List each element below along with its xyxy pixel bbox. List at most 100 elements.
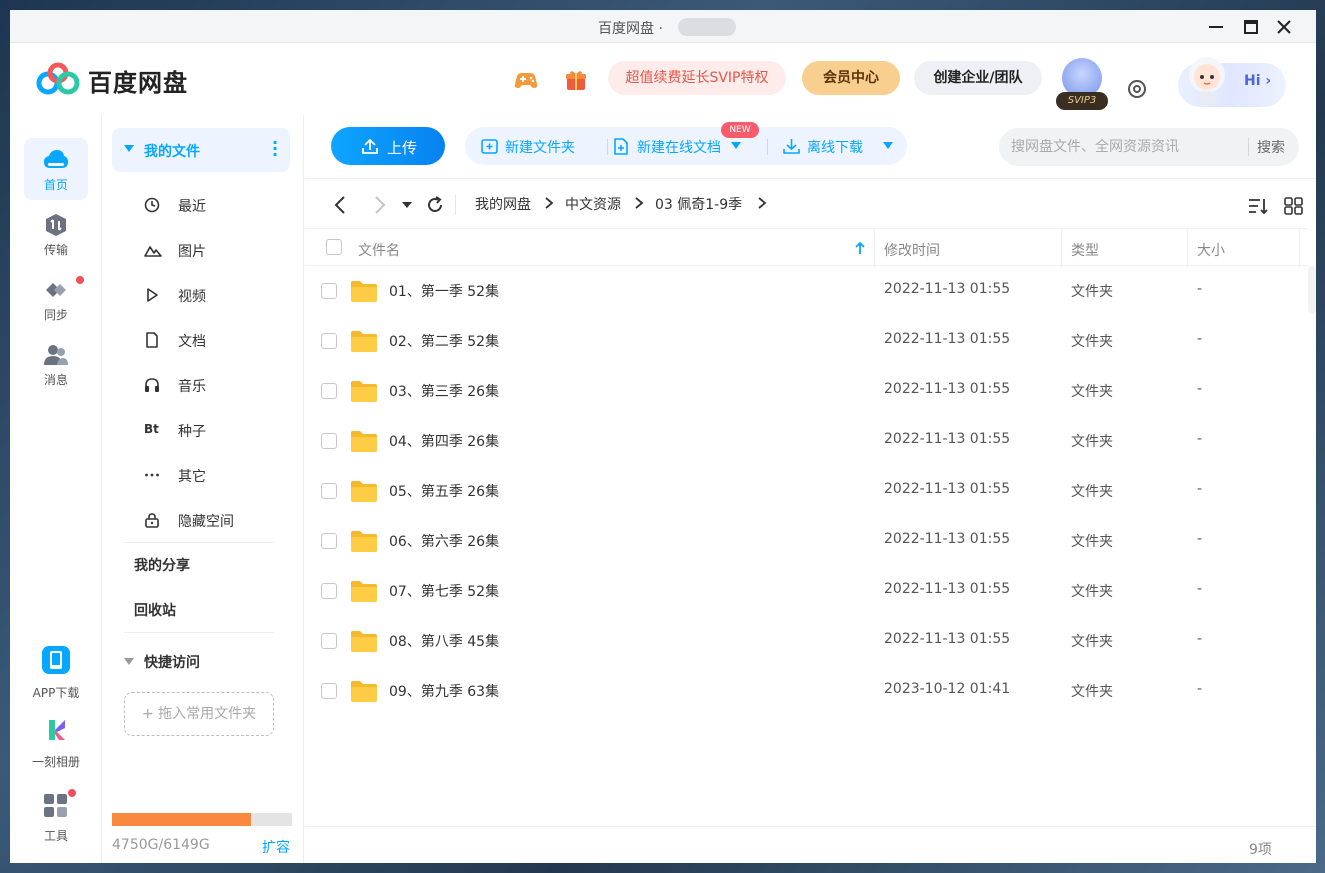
rail-item-messages[interactable]: 消息 — [24, 333, 88, 395]
grid-view-icon[interactable] — [1284, 197, 1304, 215]
file-modified-time: 2022-11-13 01:55 — [884, 631, 1011, 647]
sidebar-item-hidden-space[interactable]: 隐藏空间 — [112, 502, 290, 538]
history-dropdown-icon[interactable] — [401, 195, 413, 215]
folder-icon — [351, 631, 377, 652]
sidebar-item-images[interactable]: 图片 — [112, 232, 290, 268]
rail-item-home[interactable]: 首页 — [24, 138, 88, 200]
column-divider[interactable] — [1187, 229, 1188, 267]
rail-item-sync[interactable]: 同步 — [24, 268, 88, 330]
row-checkbox[interactable] — [321, 583, 337, 599]
video-icon — [147, 288, 158, 302]
sidebar-quick-access[interactable]: 快捷访问 — [112, 650, 290, 674]
search-button[interactable]: 搜索 — [1257, 137, 1285, 157]
file-size: - — [1197, 431, 1203, 447]
table-row[interactable]: 01、第一季 52集 2022-11-13 01:55 文件夹 - — [305, 266, 1308, 316]
row-checkbox[interactable] — [321, 683, 337, 699]
maximize-icon[interactable] — [1240, 16, 1262, 38]
more-icon — [145, 473, 159, 477]
breadcrumb-item[interactable]: 中文资源 — [565, 194, 621, 214]
sidebar-divider — [124, 632, 274, 633]
back-icon[interactable] — [331, 195, 351, 215]
search-input[interactable] — [1011, 136, 1241, 158]
file-name[interactable]: 08、第八季 45集 — [389, 631, 499, 651]
close-icon[interactable] — [1273, 16, 1295, 38]
select-all-checkbox[interactable] — [326, 239, 342, 255]
gift-icon[interactable] — [563, 67, 589, 93]
row-checkbox[interactable] — [321, 383, 337, 399]
column-header-name[interactable]: 文件名 — [358, 240, 400, 260]
chevron-right-icon[interactable] — [755, 196, 769, 210]
scrollbar[interactable] — [1308, 266, 1316, 314]
column-header-mtime[interactable]: 修改时间 — [884, 240, 940, 260]
assistant-greeting[interactable]: Hi › — [1244, 73, 1271, 89]
rail-item-transfer[interactable]: 传输 — [24, 203, 88, 265]
table-row[interactable]: 09、第九季 63集 2023-10-12 01:41 文件夹 - — [305, 666, 1308, 716]
file-name[interactable]: 03、第三季 26集 — [389, 381, 499, 401]
sidebar-item-videos[interactable]: 视频 — [112, 277, 290, 313]
table-row[interactable]: 05、第五季 26集 2022-11-13 01:55 文件夹 - — [305, 466, 1308, 516]
sidebar-item-music[interactable]: 音乐 — [112, 367, 290, 403]
sidebar-item-label: 快捷访问 — [144, 655, 200, 671]
offline-download-button[interactable]: 离线下载 — [783, 127, 893, 165]
sidebar-item-documents[interactable]: 文档 — [112, 322, 290, 358]
row-checkbox[interactable] — [321, 433, 337, 449]
file-name[interactable]: 05、第五季 26集 — [389, 481, 499, 501]
upload-button[interactable]: 上传 — [331, 127, 445, 165]
sort-list-icon[interactable] — [1248, 197, 1268, 215]
row-checkbox[interactable] — [321, 633, 337, 649]
create-enterprise-button[interactable]: 创建企业/团队 — [914, 61, 1042, 95]
file-name[interactable]: 09、第九季 63集 — [389, 681, 499, 701]
forward-icon[interactable] — [369, 195, 389, 215]
row-checkbox[interactable] — [321, 333, 337, 349]
sidebar-item-others[interactable]: 其它 — [112, 457, 290, 493]
rail-item-tools[interactable]: 工具 — [24, 785, 88, 847]
sidebar-item-my-share[interactable]: 我的分享 — [134, 555, 190, 575]
column-header-type[interactable]: 类型 — [1071, 240, 1099, 260]
breadcrumb-item[interactable]: 我的网盘 — [475, 194, 531, 214]
gamepad-icon[interactable] — [513, 67, 539, 93]
file-name[interactable]: 06、第六季 26集 — [389, 531, 499, 551]
expand-storage-link[interactable]: 扩容 — [262, 837, 290, 857]
storage-quota-text: 4750G/6149G — [112, 837, 210, 853]
column-header-size[interactable]: 大小 — [1197, 240, 1225, 260]
column-divider[interactable] — [1061, 229, 1062, 267]
file-name[interactable]: 04、第四季 26集 — [389, 431, 499, 451]
settings-icon[interactable] — [1124, 76, 1150, 102]
sidebar-item-torrents[interactable]: Bt 种子 — [112, 412, 290, 448]
file-name[interactable]: 01、第一季 52集 — [389, 281, 499, 301]
rail-item-app-download[interactable]: APP下载 — [24, 638, 88, 704]
file-size: - — [1197, 631, 1203, 647]
file-type: 文件夹 — [1071, 584, 1113, 600]
row-checkbox[interactable] — [321, 533, 337, 549]
row-checkbox[interactable] — [321, 483, 337, 499]
svip-promo-button[interactable]: 超值续费延长SVIP特权 — [608, 61, 786, 95]
minimize-icon[interactable] — [1205, 16, 1227, 38]
drop-favorite-folder-zone[interactable]: + 拖入常用文件夹 — [124, 692, 274, 736]
sidebar-item-recent[interactable]: 最近 — [112, 187, 290, 223]
new-folder-button[interactable]: 新建文件夹 — [481, 127, 601, 165]
sort-ascending-icon[interactable] — [854, 241, 866, 255]
file-name[interactable]: 02、第二季 52集 — [389, 331, 499, 351]
rail-item-album[interactable]: 一刻相册 — [24, 711, 88, 773]
table-row[interactable]: 03、第三季 26集 2022-11-13 01:55 文件夹 - — [305, 366, 1308, 416]
table-row[interactable]: 07、第七季 52集 2022-11-13 01:55 文件夹 - — [305, 566, 1308, 616]
assistant-mascot-icon[interactable] — [1182, 53, 1232, 109]
new-doc-label: 新建在线文档 — [637, 140, 721, 156]
sidebar-item-recycle-bin[interactable]: 回收站 — [134, 600, 176, 620]
table-row[interactable]: 02、第二季 52集 2022-11-13 01:55 文件夹 - — [305, 316, 1308, 366]
table-row[interactable]: 06、第六季 26集 2022-11-13 01:55 文件夹 - — [305, 516, 1308, 566]
file-type: 文件夹 — [1071, 484, 1113, 500]
row-checkbox[interactable] — [321, 283, 337, 299]
breadcrumb-item-current[interactable]: 03 佩奇1-9季 — [655, 194, 742, 214]
more-vertical-icon[interactable]: · · · — [270, 135, 280, 163]
column-divider[interactable] — [1299, 229, 1300, 267]
file-name[interactable]: 07、第七季 52集 — [389, 581, 499, 601]
column-divider[interactable] — [874, 229, 875, 267]
refresh-icon[interactable] — [425, 195, 445, 215]
vip-center-button[interactable]: 会员中心 — [802, 61, 900, 95]
rail-label: APP下载 — [32, 686, 80, 700]
transfer-icon — [46, 214, 66, 236]
table-row[interactable]: 04、第四季 26集 2022-11-13 01:55 文件夹 - — [305, 416, 1308, 466]
sidebar-item-my-files[interactable]: 我的文件 · · · — [112, 128, 290, 172]
table-row[interactable]: 08、第八季 45集 2022-11-13 01:55 文件夹 - — [305, 616, 1308, 666]
